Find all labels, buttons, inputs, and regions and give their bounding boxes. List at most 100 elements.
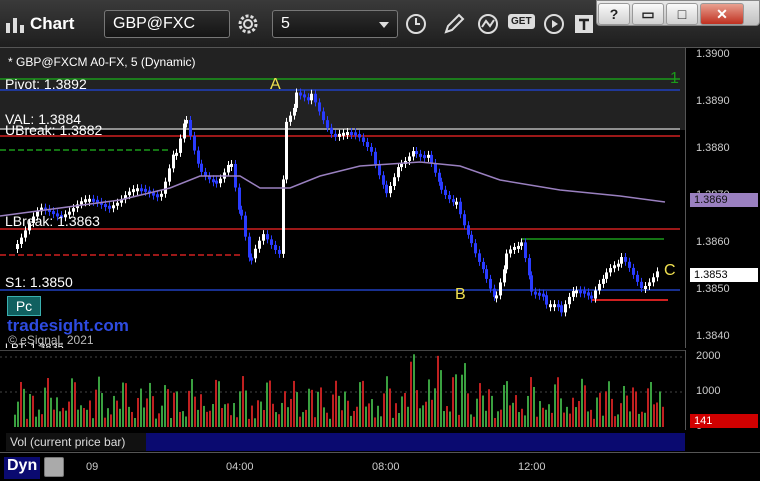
candle [509,249,512,254]
candle [208,176,211,180]
candle [248,236,251,258]
volume-bar [314,417,316,427]
volume-bar [653,404,655,427]
volume-bar [89,400,91,427]
volume-bar [326,412,328,427]
candle [185,120,188,124]
candle [478,253,481,262]
restore-button[interactable]: ▭ [632,3,664,25]
time-tick: 12:00 [518,461,546,473]
volume-bar [596,397,598,427]
volume-bar [32,395,34,427]
volume-bar [527,395,529,427]
symbol-input[interactable]: GBP@FXC [104,10,230,38]
lock-icon[interactable] [44,457,64,477]
price-tick: 1.3880 [696,142,730,154]
dynamic-button[interactable]: Dyn [4,457,41,479]
volume-bar [443,411,445,427]
candle [370,146,373,152]
volume-bar [512,402,514,427]
volume-bar [377,405,379,427]
volume-bar [350,415,352,427]
candle [528,258,531,276]
time-axis[interactable]: Dyn 09 04:00 08:00 12:00 [0,452,760,481]
candle [84,199,87,203]
candle [293,107,296,116]
studies-button[interactable] [474,10,502,38]
volume-bar [431,399,433,427]
price-chart-canvas [0,48,685,317]
text-tool-button[interactable] [570,10,598,38]
time-template-button[interactable] [402,10,430,38]
price-chart[interactable] [0,48,685,348]
pc-badge[interactable]: Pc [7,296,41,316]
candle [613,265,616,269]
window-controls: ? ▭ □ ✕ [596,0,760,26]
settings-button[interactable] [234,10,262,38]
interval-select[interactable]: 5 [272,10,398,38]
chart-scrollbar[interactable] [146,433,685,451]
volume-bar [479,383,481,427]
candle [452,199,455,203]
volume-bar [539,401,541,427]
volume-bar [521,408,523,427]
volume-bar [275,412,277,427]
candle [617,263,620,267]
volume-bar [185,416,187,427]
help-button[interactable]: ? [598,3,630,25]
volume-bar [161,405,163,427]
last-price-tag: 1.3853 [690,268,758,282]
volume-bar [239,391,241,427]
get-button[interactable]: GET [508,14,535,29]
volume-bar [209,410,211,427]
candle [303,94,306,98]
candle [652,277,655,283]
volume-bar [554,384,556,427]
volume-bar [53,409,55,427]
volume-bar [299,416,301,427]
volume-bar [215,379,217,427]
volume-bar [392,417,394,427]
volume-bar [164,385,166,427]
volume-bar [242,376,244,427]
candle [602,278,605,284]
maximize-button[interactable]: □ [666,3,698,25]
volume-bar [332,394,334,427]
price-axis[interactable]: 1.3900 1.3890 1.3880 1.3870 1.3860 1.385… [685,48,760,348]
volume-bar [128,406,130,427]
candle [152,192,155,196]
volume-bar [389,388,391,427]
volume-bar [401,396,403,427]
volume-bar [488,389,490,427]
volume-bar [41,414,43,427]
draw-tool-button[interactable] [440,10,468,38]
volume-bar [419,408,421,427]
candle [270,239,273,245]
pivot-marker-label: 1 [670,70,679,87]
volume-study-label[interactable]: Vol (current price bar) [6,433,146,451]
volume-bar [233,403,235,427]
candle [482,261,485,270]
candle [16,243,19,249]
volume-bar [113,395,115,427]
volume-bar [74,382,76,427]
volume-bar [629,411,631,427]
candle [470,234,473,244]
candle [350,132,353,136]
window-title: Chart [30,14,75,33]
candle [362,137,365,142]
volume-bar [650,381,652,427]
volume-bar [356,406,358,427]
ma-price-tag: 1.3869 [690,193,758,207]
volume-chart[interactable] [0,350,685,430]
candle [374,151,377,165]
volume-bar [263,410,265,427]
close-button[interactable]: ✕ [700,3,744,25]
volume-bar [494,417,496,427]
volume-bar [122,382,124,427]
candle [282,179,285,254]
text-icon [575,15,593,33]
candle [485,269,488,279]
play-button[interactable] [540,10,568,38]
volume-bar [338,395,340,427]
